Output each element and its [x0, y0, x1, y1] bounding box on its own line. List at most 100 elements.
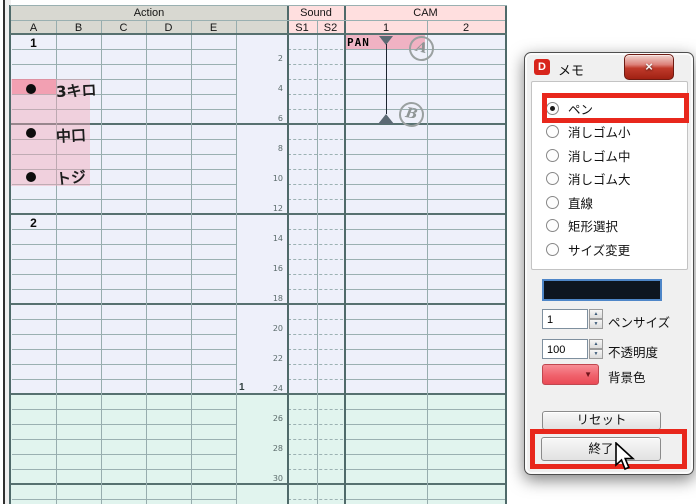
stepper-down-icon[interactable]: ▼ [589, 349, 603, 359]
dashed-line [288, 139, 343, 140]
column-line [427, 20, 428, 504]
frame-number: 20 [272, 324, 283, 333]
grid-line [12, 319, 236, 320]
grid-line [346, 409, 505, 410]
tool-radio-option-4[interactable]: 直線 [546, 191, 593, 213]
dashed-line [288, 364, 343, 365]
grid-line [346, 229, 505, 230]
grid-line [346, 259, 505, 260]
frame-number: 26 [272, 414, 283, 423]
frame-number: 2 [277, 54, 283, 63]
grid-line [346, 109, 505, 110]
table-right-border [505, 5, 507, 504]
grid-line [12, 439, 236, 440]
dashed-line [288, 79, 343, 80]
background-color-label: 背景色 [608, 371, 646, 385]
grid-line [12, 379, 236, 380]
pan-end-triangle-icon [378, 114, 394, 124]
col-header-cam2: 2 [462, 22, 470, 34]
grid-line [346, 424, 505, 425]
tool-radio-option-1[interactable]: 消しゴム小 [546, 121, 631, 143]
column-line [191, 20, 192, 504]
dashed-line [288, 199, 343, 200]
dashed-line [288, 49, 343, 50]
col-header-c: C [119, 22, 128, 34]
frame-number: 18 [272, 294, 283, 303]
dashed-line [288, 439, 343, 440]
dashed-line [288, 274, 343, 275]
stepper-down-icon[interactable]: ▼ [589, 319, 603, 329]
tool-radio-option-2[interactable]: 消しゴム中 [546, 144, 631, 166]
opacity-label: 不透明度 [608, 346, 659, 360]
grid-line [12, 424, 236, 425]
grid-line [346, 94, 505, 95]
col-header-cam1: 1 [382, 22, 390, 34]
column-line [236, 20, 237, 504]
chevron-down-icon: ▼ [584, 370, 592, 379]
col-header-d: D [164, 22, 173, 34]
grid-line [346, 349, 505, 350]
memo-note-2: 中口 [55, 126, 87, 146]
col-header-s2: S2 [323, 22, 338, 34]
background-color-dropdown[interactable]: ▼ [542, 364, 599, 385]
dashed-line [288, 349, 343, 350]
grid-line [12, 454, 236, 455]
annotation-rect-pen [542, 93, 689, 123]
timing-sheet-canvas[interactable]: 2 4 6 8 10 12 14 16 18 20 22 24 26 28 30 Action Sound … [0, 0, 507, 504]
grid-line [346, 79, 505, 80]
tool-radio-option-6[interactable]: サイズ変更 [546, 238, 630, 260]
radio-icon[interactable] [546, 125, 559, 138]
frame-number: 16 [272, 264, 283, 273]
grid-line [346, 244, 505, 245]
frame-number: 30 [272, 474, 283, 483]
pen-size-input[interactable] [542, 309, 588, 329]
stepper-up-icon[interactable]: ▲ [589, 339, 603, 349]
dashed-line [288, 154, 343, 155]
cut-number-1: 1 [30, 36, 37, 50]
grid-line [12, 409, 236, 410]
memo-bullet-2 [26, 128, 36, 138]
frame-number: 14 [272, 234, 283, 243]
dashed-line [288, 424, 343, 425]
grid-line [346, 319, 505, 320]
pen-color-swatch[interactable] [542, 279, 662, 301]
cut-number-2: 2 [30, 216, 37, 230]
dashed-line [288, 94, 343, 95]
dashed-line [288, 469, 343, 470]
frame-number: 12 [272, 204, 283, 213]
radio-icon[interactable] [546, 219, 559, 232]
dashed-line [288, 229, 343, 230]
pan-move-line [386, 44, 387, 114]
reset-button[interactable]: リセット [542, 411, 661, 430]
dashed-line [288, 169, 343, 170]
grid-line [346, 199, 505, 200]
radio-icon[interactable] [546, 242, 559, 256]
header-action: Action [133, 7, 165, 19]
stepper-up-icon[interactable]: ▲ [589, 309, 603, 319]
tool-label: 消しゴム中 [568, 149, 631, 164]
tool-radio-option-3[interactable]: 消しゴム大 [546, 168, 631, 190]
column-line [146, 20, 147, 504]
radio-icon[interactable] [546, 172, 559, 185]
radio-icon[interactable] [546, 148, 559, 162]
grid-line [12, 64, 236, 65]
pen-size-stepper[interactable]: ▲ ▼ [589, 309, 603, 329]
grid-line [346, 64, 505, 65]
frame-number: 6 [277, 114, 283, 123]
dashed-line [288, 244, 343, 245]
close-icon[interactable]: × [624, 54, 674, 80]
exposure-sheet-app: 2 4 6 8 10 12 14 16 18 20 22 24 26 28 30 Action Sound … [0, 0, 696, 504]
grid-line [346, 469, 505, 470]
grid-line [12, 364, 236, 365]
opacity-input[interactable] [542, 339, 588, 359]
frame-number: 10 [272, 174, 283, 183]
opacity-stepper[interactable]: ▲ ▼ [589, 339, 603, 359]
header-cam: CAM [413, 7, 438, 19]
grid-line [346, 364, 505, 365]
tool-label: 消しゴム小 [568, 126, 631, 140]
grid-line [12, 349, 236, 350]
tool-radio-option-5[interactable]: 矩形選択 [546, 215, 618, 237]
dashed-line [288, 259, 343, 260]
radio-icon[interactable] [546, 195, 559, 209]
dashed-line [288, 64, 343, 65]
